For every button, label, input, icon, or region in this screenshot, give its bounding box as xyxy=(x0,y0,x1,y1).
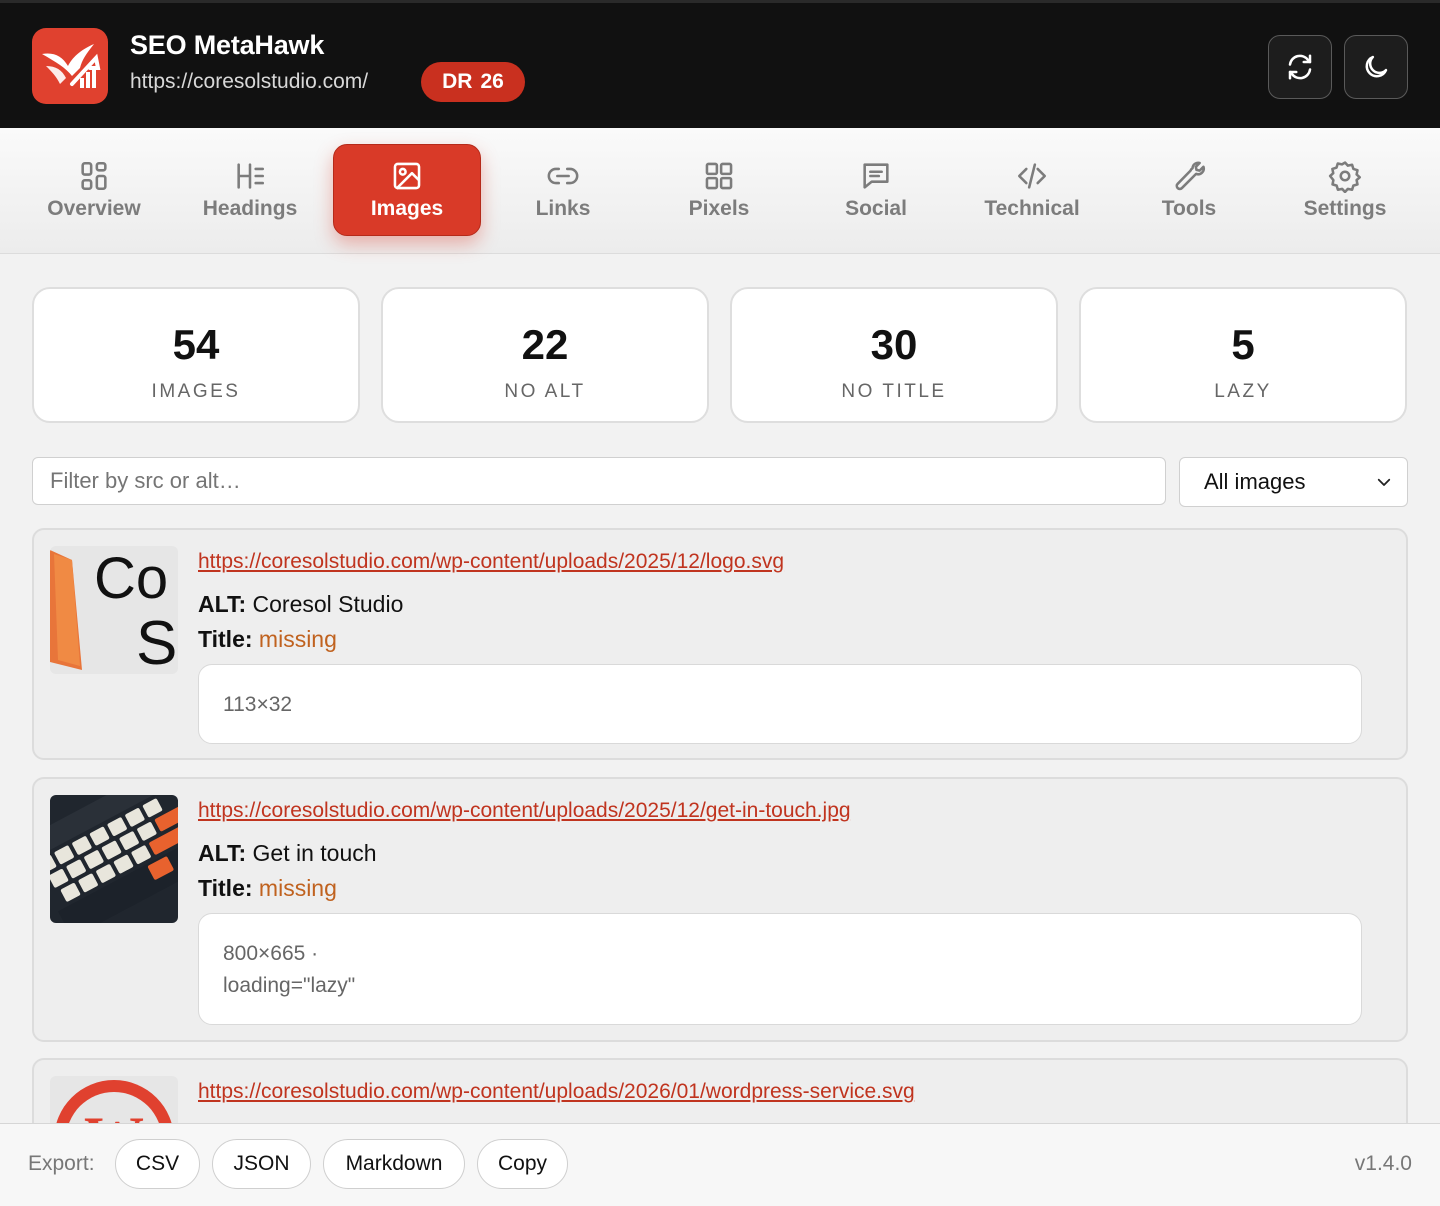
image-thumbnail: Co S xyxy=(50,546,178,674)
app-header: SEO MetaHawk https://coresolstudio.com/ … xyxy=(0,0,1440,128)
image-loading-attr: loading="lazy" xyxy=(223,974,356,997)
stat-images: 54 IMAGES xyxy=(32,287,360,423)
stat-label: IMAGES xyxy=(151,381,241,402)
export-json-button[interactable]: JSON xyxy=(212,1139,311,1189)
app-title: SEO MetaHawk xyxy=(130,30,325,60)
alt-key: ALT: xyxy=(198,591,247,617)
export-markdown-button[interactable]: Markdown xyxy=(323,1139,465,1189)
tab-label: Settings xyxy=(1303,197,1387,220)
svg-text:S: S xyxy=(136,609,177,674)
image-type-select[interactable]: All images xyxy=(1179,457,1408,507)
domain-rating-badge: DR 26 xyxy=(421,62,525,102)
tab-overview[interactable]: Overview xyxy=(20,144,168,236)
image-card: W https://coresolstudio.com/wp-content/u… xyxy=(32,1058,1408,1123)
tab-label: Social xyxy=(845,197,907,220)
app-version: v1.4.0 xyxy=(1354,1152,1412,1175)
image-meta: 113×32 xyxy=(198,664,1362,744)
metahawk-logo-icon xyxy=(32,28,108,104)
site-url: https://coresolstudio.com/ xyxy=(130,70,369,93)
stat-label: LAZY xyxy=(1214,381,1272,402)
tab-tools[interactable]: Tools xyxy=(1115,144,1263,236)
theme-toggle-button[interactable] xyxy=(1344,35,1408,99)
title-value: missing xyxy=(258,875,337,901)
image-src-link[interactable]: https://coresolstudio.com/wp-content/upl… xyxy=(198,550,784,574)
chat-icon xyxy=(863,163,889,189)
export-csv-button[interactable]: CSV xyxy=(115,1139,200,1189)
svg-text:Co: Co xyxy=(94,546,168,611)
tab-label: Overview xyxy=(47,197,141,220)
gear-icon xyxy=(1328,161,1362,193)
tab-social[interactable]: Social xyxy=(802,144,950,236)
tab-technical[interactable]: Technical xyxy=(958,144,1106,236)
image-title: Title: missing xyxy=(198,875,337,902)
export-footer: Export: CSV JSON Markdown Copy v1.4.0 xyxy=(0,1123,1440,1206)
tab-label: Tools xyxy=(1161,197,1217,220)
tab-label: Links xyxy=(535,197,591,220)
image-alt: ALT: Coresol Studio xyxy=(198,591,403,618)
grid-icon xyxy=(81,161,107,191)
tab-label: Technical xyxy=(984,197,1080,220)
tab-pixels[interactable]: Pixels xyxy=(645,144,793,236)
image-thumbnail xyxy=(50,795,178,923)
stat-value: 22 xyxy=(521,321,569,368)
tab-links[interactable]: Links xyxy=(489,144,637,236)
code-icon xyxy=(1017,163,1047,189)
link-icon xyxy=(547,167,579,185)
stat-value: 5 xyxy=(1231,321,1255,368)
image-title: Title: missing xyxy=(198,626,337,653)
image-thumbnail: W xyxy=(50,1076,178,1123)
image-src-link[interactable]: https://coresolstudio.com/wp-content/upl… xyxy=(198,1080,915,1104)
pixels-icon xyxy=(705,162,733,190)
stat-value: 30 xyxy=(870,321,918,368)
image-icon xyxy=(393,162,421,190)
alt-value: Coresol Studio xyxy=(252,591,404,617)
tab-settings[interactable]: Settings xyxy=(1271,144,1419,236)
stat-value: 54 xyxy=(172,321,220,368)
refresh-button[interactable] xyxy=(1268,35,1332,99)
title-key: Title: xyxy=(198,626,253,652)
tab-headings[interactable]: Headings xyxy=(176,144,324,236)
image-alt: ALT: Get in touch xyxy=(198,840,377,867)
dr-label: DR xyxy=(442,70,473,93)
image-src-link[interactable]: https://coresolstudio.com/wp-content/upl… xyxy=(198,799,851,823)
dr-value: 26 xyxy=(480,70,504,93)
tab-images[interactable]: Images xyxy=(333,144,481,236)
image-card: Co S https://coresolstudio.com/wp-conten… xyxy=(32,528,1408,760)
image-dimensions: 800×665 · xyxy=(223,942,319,965)
tab-label: Headings xyxy=(202,197,298,220)
stat-lazy: 5 LAZY xyxy=(1079,287,1407,423)
heading-icon xyxy=(237,163,265,189)
svg-text:W: W xyxy=(84,1105,144,1123)
export-label: Export: xyxy=(28,1152,95,1175)
wrench-icon xyxy=(1175,161,1205,191)
tab-bar: Overview Headings Images Links Pixels So… xyxy=(0,128,1440,254)
stat-no-title: 30 NO TITLE xyxy=(730,287,1058,423)
image-dimensions: 113×32 xyxy=(223,693,293,716)
stat-label: NO TITLE xyxy=(841,381,947,402)
image-list: Co S https://coresolstudio.com/wp-conten… xyxy=(0,520,1440,1123)
copy-button[interactable]: Copy xyxy=(477,1139,568,1189)
title-value: missing xyxy=(258,626,337,652)
refresh-icon xyxy=(1288,54,1312,80)
tab-label: Pixels xyxy=(688,197,750,220)
image-card: https://coresolstudio.com/wp-content/upl… xyxy=(32,777,1408,1042)
stat-label: NO ALT xyxy=(504,381,586,402)
alt-value: Get in touch xyxy=(252,840,377,866)
image-meta: 800×665 · loading="lazy" xyxy=(198,913,1362,1025)
filter-input[interactable] xyxy=(32,457,1166,505)
moon-icon xyxy=(1365,55,1388,78)
chevron-down-icon xyxy=(1377,478,1391,486)
tab-label: Images xyxy=(370,197,444,220)
title-key: Title: xyxy=(198,875,253,901)
select-value: All images xyxy=(1204,469,1306,494)
alt-key: ALT: xyxy=(198,840,247,866)
stat-no-alt: 22 NO ALT xyxy=(381,287,709,423)
